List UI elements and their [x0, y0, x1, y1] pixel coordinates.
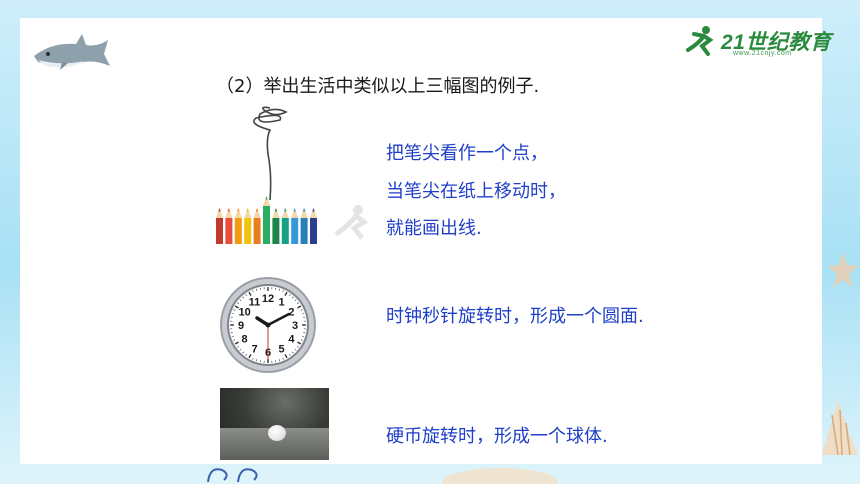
pencil-text-line2: 当笔尖在纸上移动时， [386, 181, 566, 202]
pencil [216, 208, 223, 244]
clock-number: 4 [288, 334, 295, 346]
pencil [263, 196, 270, 244]
pencils-drawing-image [216, 106, 317, 244]
pencil [281, 208, 289, 244]
clock-number: 1 [278, 297, 284, 309]
pencil [272, 208, 280, 244]
question-heading: （2）举出生活中类似以上三幅图的例子. [216, 76, 540, 97]
colored-pencils-group [216, 196, 317, 244]
pencil-text-line1: 把笔尖看作一个点， [386, 143, 548, 164]
clock-number: 12 [262, 293, 274, 305]
coin-text: 硬币旋转时，形成一个球体. [386, 426, 608, 447]
pencil [291, 208, 299, 244]
sand-rock-decoration [442, 468, 558, 484]
pencil [253, 208, 261, 244]
clock-number: 3 [292, 320, 298, 332]
watermark-logo-icon [334, 205, 369, 240]
pencil [300, 208, 308, 244]
clock-number: 9 [238, 320, 244, 332]
clock-number: 2 [288, 307, 294, 319]
clock-text: 时钟秒针旋转时，形成一个圆面. [386, 306, 644, 327]
pencil [234, 208, 242, 244]
brand-logo-icon [686, 26, 714, 56]
clock-number: 8 [242, 334, 248, 346]
brand-logo-url: www.21cnjy.com [733, 50, 792, 57]
clock-number: 5 [278, 343, 284, 355]
pencil [225, 208, 233, 244]
pencil [244, 208, 252, 244]
clock-number: 7 [251, 343, 257, 355]
wall-clock-image: 121234567891011 [220, 277, 316, 373]
clock-number: 11 [249, 297, 261, 309]
swirl-decoration [207, 468, 258, 483]
seashell-decoration [822, 400, 858, 456]
shark-icon [34, 34, 110, 70]
pencil [310, 208, 317, 244]
spinning-coin-image [220, 388, 329, 460]
starfish-decoration [827, 252, 859, 288]
